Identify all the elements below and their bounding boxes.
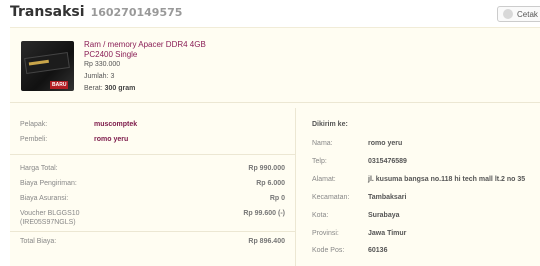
district-value: Tambaksari <box>368 194 407 201</box>
city-label: Kota: <box>312 212 329 219</box>
address-label: Alamat: <box>312 176 336 183</box>
printer-icon <box>503 9 513 19</box>
postal-code-value: 60136 <box>368 247 388 254</box>
product-quantity: Jumlah: 3 <box>84 73 115 80</box>
insurance-value: Rp 0 <box>269 195 285 202</box>
phone-value: 0315476589 <box>368 158 407 165</box>
grand-total-label: Total Biaya: <box>20 238 57 245</box>
new-badge: BARU <box>50 81 69 89</box>
postal-code-label: Kode Pos: <box>312 247 345 254</box>
divider <box>10 154 295 155</box>
seller-label: Pelapak: <box>20 121 48 128</box>
total-price-label: Harga Total: <box>20 165 58 172</box>
voucher-value: Rp 99.600 (-) <box>243 210 285 217</box>
district-label: Kecamatan: <box>312 194 350 201</box>
page-title: Transaksi <box>10 4 85 20</box>
province-value: Jawa Timur <box>368 230 407 237</box>
grand-total-value: Rp 896.400 <box>248 238 285 245</box>
print-button-label: Cetak b <box>517 9 540 19</box>
product-price: Rp 330.000 <box>84 61 121 68</box>
province-label: Provinsi: <box>312 230 339 237</box>
column-divider <box>295 108 296 266</box>
product-image[interactable]: BARU <box>21 41 74 91</box>
buyer-name: romo yeru <box>94 136 129 143</box>
transaction-card: BARU Ram / memory Apacer DDR4 4GB PC2400… <box>10 27 540 266</box>
print-button[interactable]: Cetak b <box>497 6 540 22</box>
ram-stick-graphic <box>24 52 70 74</box>
product-name-link[interactable]: Ram / memory Apacer DDR4 4GB PC2400 Sing… <box>84 40 234 60</box>
weight-label: Berat: <box>84 85 103 92</box>
weight-value: 300 gram <box>104 85 136 92</box>
page-header: Transaksi 160270149575 <box>10 4 182 24</box>
phone-label: Telp: <box>312 158 327 165</box>
ship-to-heading: Dikirim ke: <box>312 121 348 128</box>
invoice-number: 160270149575 <box>90 6 183 19</box>
insurance-label: Biaya Asuransi: <box>20 195 69 202</box>
total-price-value: Rp 990.000 <box>248 165 285 172</box>
recipient-name: romo yeru <box>368 140 403 147</box>
city-value: Surabaya <box>368 212 400 219</box>
shipping-cost-label: Biaya Pengiriman: <box>20 180 77 187</box>
voucher-label: Voucher BLGGS10 (IRE05S97NGLS) <box>20 210 80 226</box>
buyer-label: Pembeli: <box>20 136 48 143</box>
divider <box>10 231 295 232</box>
shipping-cost-value: Rp 6.000 <box>256 180 285 187</box>
seller-link[interactable]: muscomptek <box>94 121 137 128</box>
recipient-name-label: Nama: <box>312 140 333 147</box>
address-value: jl. kusuma bangsa no.118 hi tech mall lt… <box>368 176 526 183</box>
divider <box>10 102 540 103</box>
product-weight: Berat: 300 gram <box>84 85 135 92</box>
